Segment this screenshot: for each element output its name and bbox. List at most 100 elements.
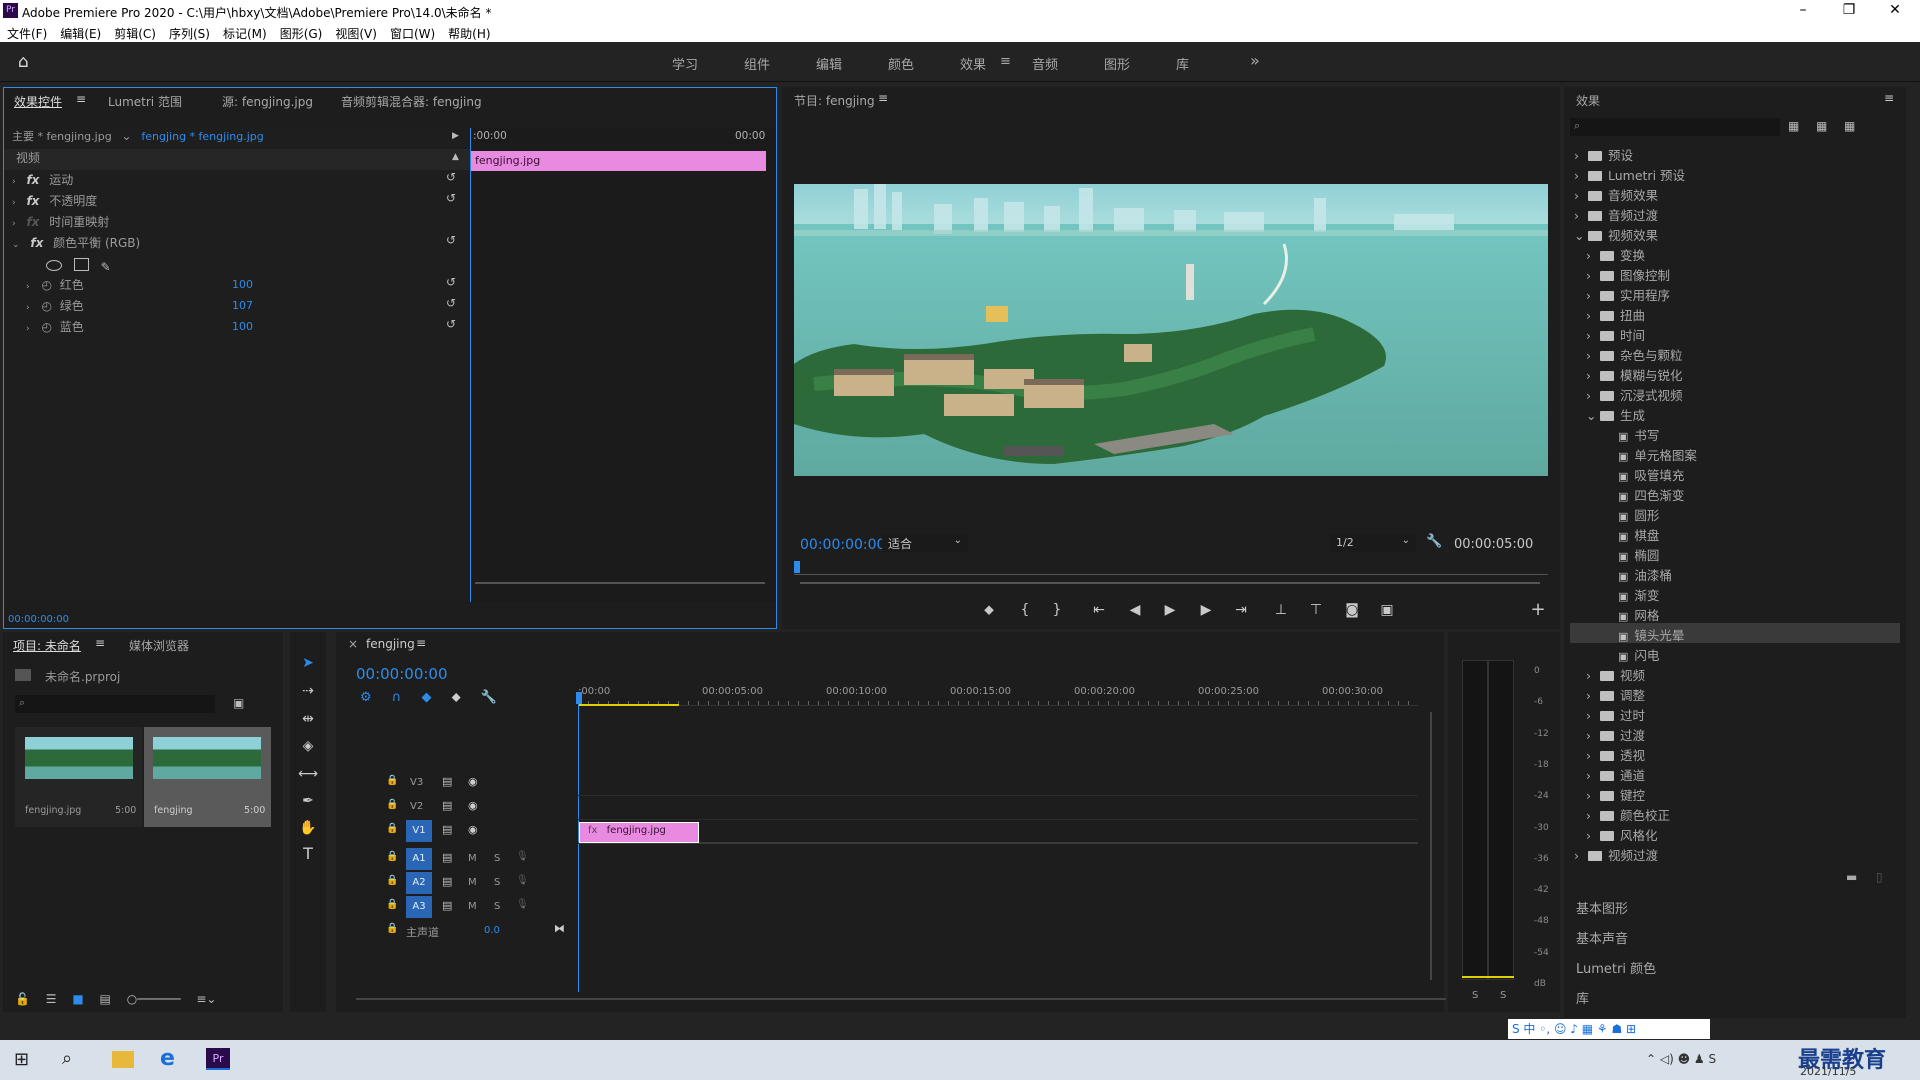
chevron-right-icon[interactable]: › xyxy=(1586,388,1600,403)
workspace-libraries[interactable]: 库 xyxy=(1176,54,1189,73)
effect-item[interactable]: ▣ 渐变 xyxy=(1570,583,1900,603)
sync-lock-icon[interactable]: ▤ xyxy=(442,775,452,788)
microphone-icon[interactable]: 🎙 xyxy=(516,851,529,862)
work-area-bar[interactable] xyxy=(578,704,679,706)
tab-lumetri-scopes[interactable]: Lumetri 范围 xyxy=(108,93,182,110)
chevron-right-icon[interactable]: › xyxy=(1586,828,1600,843)
param-green-value[interactable]: 107 xyxy=(232,299,253,312)
effect-item[interactable]: ▣ 圆形 xyxy=(1570,503,1900,523)
edge-browser-icon[interactable]: e xyxy=(160,1046,175,1071)
project-item-selected[interactable]: fengjing 5:00 xyxy=(144,727,271,827)
lock-track-icon[interactable]: 🔒 xyxy=(386,799,398,810)
lift-icon[interactable]: ⊥ xyxy=(1270,599,1292,621)
go-to-out-icon[interactable]: ⇥ xyxy=(1230,599,1252,621)
effect-folder[interactable]: › 音频效果 xyxy=(1570,183,1900,203)
premiere-taskbar-icon[interactable]: Pr xyxy=(206,1048,230,1070)
slip-tool-icon[interactable]: ⟷ xyxy=(297,763,319,785)
timeline-clip[interactable]: fx fengjing.jpg xyxy=(579,822,699,843)
go-to-in-icon[interactable]: ⇤ xyxy=(1088,599,1110,621)
tab-media-browser[interactable]: 媒体浏览器 xyxy=(129,637,189,654)
comparison-view-icon[interactable]: ▣ xyxy=(1376,599,1398,621)
effect-folder[interactable]: ⌄ 视频效果 xyxy=(1570,223,1900,243)
timeline-h-scrollbar[interactable] xyxy=(356,998,1446,1000)
sort-icon[interactable]: ≡⌄ xyxy=(196,992,216,1006)
new-bin-icon[interactable]: ▬ xyxy=(1846,870,1857,884)
track-label[interactable]: A2 xyxy=(406,872,432,894)
scroll-up-icon[interactable]: ▲ xyxy=(452,152,459,162)
effect-folder[interactable]: › 过渡 xyxy=(1570,723,1900,743)
effect-folder[interactable]: › 键控 xyxy=(1570,783,1900,803)
selection-tool-icon[interactable]: ➤ xyxy=(297,652,319,674)
effect-item[interactable]: ▣ 单元格图案 xyxy=(1570,443,1900,463)
tab-effect-controls[interactable]: 效果控件 xyxy=(14,93,62,110)
sync-lock-icon[interactable]: ▤ xyxy=(442,799,452,812)
panel-menu-icon[interactable]: ≡ xyxy=(1884,91,1894,105)
track-label[interactable]: V1 xyxy=(406,820,432,842)
chevron-right-icon[interactable]: › xyxy=(1574,148,1588,163)
chevron-right-icon[interactable]: › xyxy=(1586,788,1600,803)
essential-sound-panel[interactable]: 基本声音 xyxy=(1576,928,1628,947)
menu-sequence[interactable]: 序列(S) xyxy=(162,22,216,42)
menu-edit[interactable]: 编辑(E) xyxy=(53,22,107,42)
mute-button[interactable]: M xyxy=(468,877,477,888)
new-bin-icon[interactable]: ▣ xyxy=(233,696,244,710)
param-blue-value[interactable]: 100 xyxy=(232,320,253,333)
play-triangle-icon[interactable]: ▶ xyxy=(452,131,459,141)
chevron-right-icon[interactable]: › xyxy=(1586,808,1600,823)
ellipse-mask-icon[interactable] xyxy=(46,260,62,271)
close-tab-icon[interactable]: × xyxy=(348,637,358,651)
effect-item[interactable]: ▣ 网格 xyxy=(1570,603,1900,623)
reset-icon[interactable]: ↺ xyxy=(446,170,456,184)
chevron-right-icon[interactable]: › xyxy=(1586,728,1600,743)
effect-item[interactable]: ▣ 吸管填充 xyxy=(1570,463,1900,483)
menu-view[interactable]: 视图(V) xyxy=(328,22,383,42)
project-search-input[interactable]: ⌕ xyxy=(15,695,215,713)
rectangle-mask-icon[interactable] xyxy=(73,258,89,271)
workspace-assembly[interactable]: 组件 xyxy=(744,54,770,73)
eye-icon[interactable]: ◉ xyxy=(468,775,478,788)
panel-menu-icon[interactable]: ≡ xyxy=(878,91,888,105)
master-volume-value[interactable]: 0.0 xyxy=(484,925,500,936)
effect-folder[interactable]: › 视频 xyxy=(1570,663,1900,683)
razor-tool-icon[interactable]: ◈ xyxy=(297,735,319,757)
32bit-effects-icon[interactable]: ▦ xyxy=(1816,119,1827,133)
hand-tool-icon[interactable]: ✋ xyxy=(297,817,319,839)
program-timecode[interactable]: 00:00:00:00 xyxy=(800,537,885,553)
menu-window[interactable]: 窗口(W) xyxy=(383,22,441,42)
effect-item[interactable]: ▣ 油漆桶 xyxy=(1570,563,1900,583)
lock-track-icon[interactable]: 🔒 xyxy=(386,823,398,834)
chevron-right-icon[interactable]: › xyxy=(1586,348,1600,363)
effect-folder[interactable]: › 实用程序 xyxy=(1570,283,1900,303)
mute-button[interactable]: M xyxy=(468,853,477,864)
chevron-right-icon[interactable]: › xyxy=(1574,208,1588,223)
chevron-right-icon[interactable]: › xyxy=(1586,708,1600,723)
menu-marker[interactable]: 标记(M) xyxy=(216,22,273,42)
menu-help[interactable]: 帮助(H) xyxy=(441,22,496,42)
add-button-icon[interactable]: + xyxy=(1527,599,1549,621)
reset-icon[interactable]: ↺ xyxy=(446,233,456,247)
track-label[interactable]: V3 xyxy=(410,777,423,788)
more-workspaces-icon[interactable]: » xyxy=(1250,51,1260,70)
workspace-graphics[interactable]: 图形 xyxy=(1104,54,1130,73)
playhead[interactable] xyxy=(794,561,800,573)
reset-icon[interactable]: ↺ xyxy=(446,191,456,205)
workspace-color[interactable]: 颜色 xyxy=(888,54,914,73)
effect-item[interactable]: ▣ 镜头光晕 xyxy=(1570,623,1900,643)
track-select-tool-icon[interactable]: ⇢ xyxy=(297,680,319,702)
reset-icon[interactable]: ↺ xyxy=(446,275,456,289)
solo-button[interactable]: S xyxy=(494,877,500,888)
type-tool-icon[interactable]: T xyxy=(297,843,319,865)
effect-folder[interactable]: › 沉浸式视频 xyxy=(1570,383,1900,403)
sync-lock-icon[interactable]: ▤ xyxy=(442,823,452,836)
minimize-button[interactable]: – xyxy=(1780,0,1826,22)
chevron-right-icon[interactable]: › xyxy=(1574,188,1588,203)
step-back-icon[interactable]: ◀ xyxy=(1124,599,1146,621)
zoom-scrollbar[interactable] xyxy=(800,582,1540,584)
effect-folder[interactable]: › 时间 xyxy=(1570,323,1900,343)
panel-menu-icon[interactable]: ≡ xyxy=(95,636,105,650)
chevron-down-icon[interactable]: ⌄ xyxy=(1574,228,1588,243)
effects-search-input[interactable]: ⌕ xyxy=(1570,118,1780,136)
linked-selection-icon[interactable]: ◆ xyxy=(421,690,431,705)
sequence-clip-label[interactable]: fengjing * fengjing.jpg xyxy=(141,130,263,143)
panel-menu-icon[interactable]: ≡ xyxy=(416,636,426,650)
